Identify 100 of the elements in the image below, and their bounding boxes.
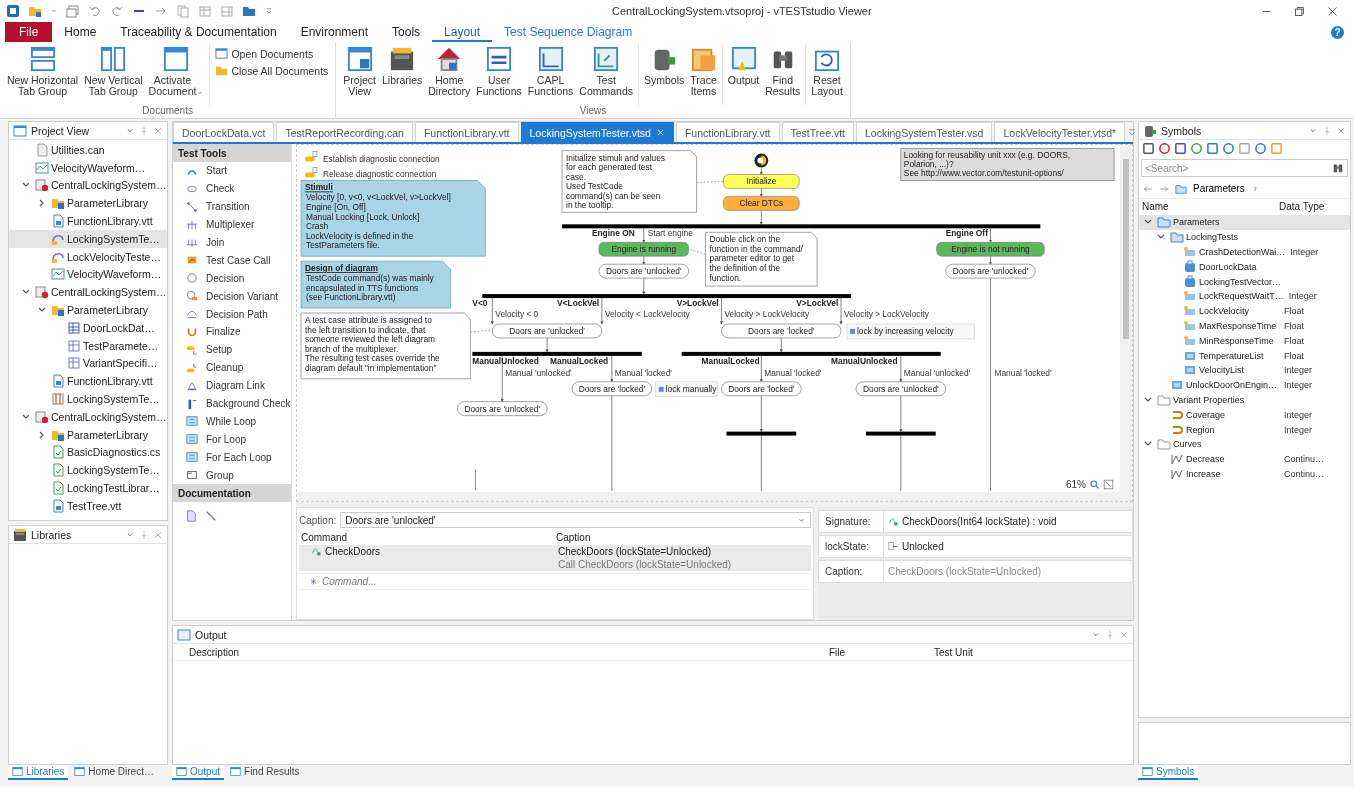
panel-tab[interactable]: Libraries (8, 765, 69, 780)
document-tab[interactable]: DoorLockData.vct (173, 122, 275, 142)
tree-item[interactable]: VelocityWaveform… (9, 265, 167, 284)
tree-item[interactable]: LockRequestWaitT… Integer (1139, 289, 1350, 304)
table-row[interactable]: CheckDoors CheckDoors (lockState=Unlocked) Call CheckDoors (lockState=Unlocked) (299, 545, 811, 571)
tool-item[interactable]: Test Case Call (173, 251, 291, 270)
tree-item[interactable]: FunctionLibrary.vtt (9, 212, 167, 230)
document-tab[interactable]: LockVelocityTester.vtsd* (994, 122, 1126, 142)
tree-item[interactable]: Curves (1139, 436, 1350, 452)
ribbon-button[interactable]: Output (724, 44, 763, 88)
scrollbar-thumb[interactable] (1123, 159, 1130, 339)
tree-item[interactable]: TestParamete… (9, 336, 167, 355)
tool-item[interactable]: Decision (173, 269, 291, 288)
ribbon-button[interactable]: Trace Items (687, 44, 720, 99)
tool-item[interactable]: Setup (173, 340, 291, 359)
tool-item[interactable]: Multiplexer (173, 215, 291, 234)
tree-item[interactable]: Increase Continu… (1139, 466, 1350, 482)
tree-item[interactable]: DoorLockData (1139, 259, 1350, 275)
tool-item[interactable]: Join (173, 233, 291, 252)
ribbon-button[interactable]: Libraries (379, 44, 426, 88)
tree-item[interactable]: LockingTestVector… (1139, 274, 1350, 289)
tree-item[interactable]: CentralLockingSystem… (9, 283, 167, 302)
tree-item[interactable]: Decrease Continu… (1139, 451, 1350, 467)
tool-item[interactable]: For Each Loop (173, 448, 291, 467)
ribbon-button[interactable]: Find Results (762, 44, 804, 99)
document-tab[interactable]: TestReportRecording.can (276, 122, 413, 142)
tree-item[interactable]: CentralLockingSystem… (9, 407, 167, 426)
help-button[interactable]: ? (1331, 25, 1344, 39)
tree-item[interactable]: MinResponseTime Float (1139, 333, 1350, 349)
tool-item[interactable] (205, 510, 217, 523)
ribbon-button[interactable]: Open Documents (212, 46, 332, 61)
tree-item[interactable]: MaxResponseTime Float (1139, 318, 1350, 334)
tool-item[interactable]: Start (173, 162, 291, 180)
property-value[interactable]: CheckDoors(Int64 lockState) : void (883, 511, 1132, 532)
tree-item[interactable]: CrashDetectionWai… Integer (1139, 244, 1350, 260)
tool-item[interactable]: Decision Path (173, 305, 291, 323)
ribbon-button[interactable]: Symbols (641, 44, 688, 88)
panel-tab[interactable]: Find Results (226, 765, 304, 778)
menu-tab[interactable]: Traceability & Documentation (108, 22, 289, 42)
panel-tab[interactable]: Home Direct… (70, 765, 158, 778)
tool-item[interactable]: Diagram Link (173, 376, 291, 395)
tool-item[interactable]: Cleanup (173, 358, 291, 377)
ribbon-button[interactable]: New Vertical Tab Group (81, 44, 146, 99)
tree-item[interactable]: Parameters (1139, 215, 1350, 230)
tool-item[interactable] (185, 510, 197, 523)
panel-tab[interactable]: Output (172, 765, 225, 780)
ribbon-button[interactable]: CAPL Functions (524, 44, 577, 99)
tree-item[interactable]: Coverage Integer (1139, 407, 1350, 423)
search-field[interactable]: <Search> (1141, 159, 1348, 177)
ribbon-button[interactable]: Project View (340, 44, 379, 99)
tool-item[interactable]: Decision Variant (173, 287, 291, 306)
menu-tab[interactable]: Test Sequence Diagram (492, 22, 645, 42)
menu-tab[interactable]: Environment (288, 22, 381, 42)
tree-item[interactable]: LockVelocityTeste… (9, 247, 167, 266)
caption-dropdown[interactable]: Doors are 'unlocked' (340, 512, 811, 528)
tree-item[interactable]: FunctionLibrary.vtt (9, 372, 167, 391)
menu-tab[interactable]: Tools (380, 22, 433, 42)
tree-item[interactable]: ParameterLibrary (9, 425, 167, 444)
tool-item[interactable]: Background Check (173, 394, 291, 413)
ribbon-button[interactable]: Activate Document (145, 44, 208, 99)
horizontal-scrollbar[interactable] (297, 492, 1132, 501)
tool-item[interactable]: Transition (173, 197, 291, 216)
breadcrumb-item[interactable]: Parameters (1193, 183, 1245, 194)
tree-item[interactable]: LockingSystemTe… (9, 230, 167, 248)
ribbon-button[interactable]: New Horizontal Tab Group (4, 44, 82, 99)
tree-item[interactable]: DoorLockDat… (9, 318, 167, 337)
tool-item[interactable]: Group (173, 466, 291, 485)
tree-item[interactable]: LockVelocity Float (1139, 303, 1350, 319)
tree-item[interactable]: LockingSystemTe… (9, 461, 167, 480)
tree-item[interactable]: TestTree.vtt (9, 496, 167, 515)
ribbon-button[interactable]: Home Directory (425, 44, 474, 99)
tree-item[interactable]: ParameterLibrary (9, 194, 167, 213)
tree-item[interactable]: VelocityList Integer (1139, 362, 1350, 378)
tree-item[interactable]: BasicDiagnostics.cs (9, 443, 167, 462)
ribbon-button[interactable]: Test Commands (576, 44, 637, 99)
tree-item[interactable]: VariantSpecifi… (9, 354, 167, 373)
document-tab[interactable]: LockingSystemTester.vsd (856, 122, 993, 142)
tree-item[interactable]: LockingTests (1139, 229, 1350, 245)
tool-item[interactable]: While Loop (173, 412, 291, 431)
tool-item[interactable]: For Loop (173, 430, 291, 449)
tree-item[interactable]: Variant Properties (1139, 392, 1350, 408)
document-tab[interactable]: LockingSystemTester.vtsd (520, 122, 674, 142)
tree-item[interactable]: VelocityWaveform… (9, 158, 167, 177)
panel-tab[interactable]: Symbols (1138, 765, 1199, 780)
vertical-scrollbar[interactable] (1120, 145, 1132, 492)
tool-item[interactable]: Check (173, 179, 291, 198)
ribbon-button[interactable]: User Functions (473, 44, 525, 99)
tree-item[interactable]: TemperatureList Float (1139, 348, 1350, 363)
tree-item[interactable]: LockingSystemTe… (9, 390, 167, 408)
property-value[interactable]: Unlocked (883, 536, 1132, 557)
tree-item[interactable]: UnlockDoorOnEngin… Integer (1139, 377, 1350, 393)
menu-tab[interactable]: File (5, 22, 53, 42)
tool-item[interactable]: Finalize (173, 323, 291, 341)
menu-tab[interactable]: Home (52, 22, 109, 42)
ribbon-button[interactable]: Reset Layout (808, 44, 846, 99)
document-tab[interactable]: FunctionLibrary.vtt (675, 122, 780, 142)
tree-item[interactable]: Utilities.can (9, 141, 167, 159)
tree-item[interactable]: ParameterLibrary (9, 301, 167, 319)
document-tab[interactable]: FunctionLibrary.vtt (414, 122, 519, 142)
ribbon-button[interactable]: Close All Documents (212, 63, 332, 78)
